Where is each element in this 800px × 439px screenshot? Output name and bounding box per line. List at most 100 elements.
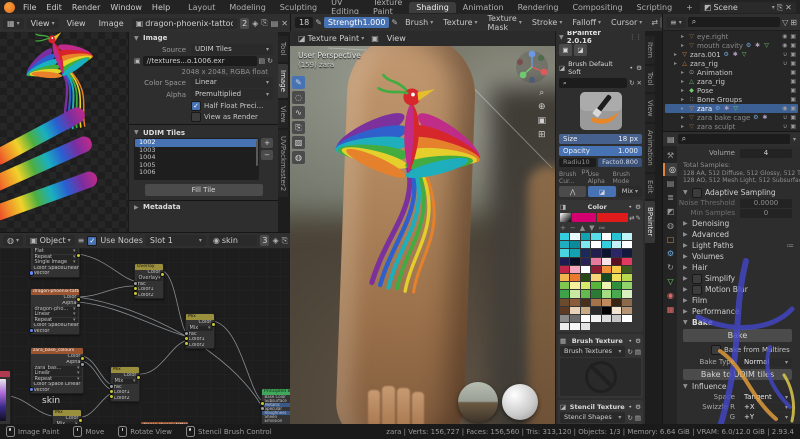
workspace-tab-layout[interactable]: Layout (181, 2, 222, 13)
palette-swatch-3-3[interactable] (622, 258, 631, 265)
palette-swatch-7-2[interactable] (581, 299, 590, 306)
palette-swatch-3-7[interactable] (591, 266, 600, 273)
colorspace-dropdown[interactable]: Linear▾ (191, 77, 273, 88)
palette-swatch-9-4[interactable] (622, 315, 631, 322)
expand-arrow-icon[interactable]: ▸ (679, 33, 686, 40)
zoom-icon[interactable]: ⌕ (537, 88, 546, 98)
section-advanced[interactable]: ▶Advanced (677, 229, 800, 240)
palette-swatch-5-3[interactable] (570, 282, 579, 289)
expand-arrow-icon[interactable]: ▸ (679, 96, 686, 103)
outliner-row-zara[interactable]: ▸▽zara⚙✱▽◉▣ (665, 104, 798, 113)
udim-tile-1006[interactable]: 1006 (135, 169, 258, 177)
paint-menu-brush[interactable]: Brush▾ (400, 18, 438, 27)
space-dropdown[interactable]: Tangent▾ (740, 393, 792, 402)
paint-menu-stroke[interactable]: Stroke▾ (527, 18, 568, 27)
outliner-row-eye-right[interactable]: ▸▽eye.right◉▣ (665, 32, 798, 41)
palette-up-icon[interactable]: ▲ (580, 224, 585, 232)
tool-fill-button[interactable]: ▨ (292, 136, 305, 149)
palette-swatch-8-2[interactable] (591, 307, 600, 314)
menu-image[interactable]: Image (94, 19, 129, 28)
brush-search-field[interactable]: ⌕ (559, 78, 627, 88)
section-volumes[interactable]: ▶Volumes (677, 251, 800, 262)
half-float-checkbox[interactable]: ✓ (191, 101, 201, 111)
palette-swatch-0-7[interactable] (560, 241, 569, 248)
adaptive-sampling-checkbox[interactable] (692, 188, 702, 198)
palette-swatch-4-7[interactable] (602, 274, 611, 281)
refresh-icon[interactable]: ↻ (629, 79, 634, 87)
pen-pressure-icon[interactable]: ✎ (315, 18, 322, 27)
palette-swatch-8-1[interactable] (581, 307, 590, 314)
sidebar-tab-item[interactable]: Item (645, 36, 655, 64)
panel-arrow[interactable]: ▶ (683, 286, 689, 293)
use-nodes-checkbox[interactable]: ✓ (87, 236, 97, 246)
outliner-row-zara-001[interactable]: ▸▽zara.001⚙✱▽∪▣ (665, 50, 798, 59)
tool-soften-button[interactable]: ◌ (292, 91, 305, 104)
view-as-render-checkbox[interactable] (191, 112, 201, 122)
paint-menu-texture-mask[interactable]: Texture Mask▾ (483, 14, 527, 32)
unlink-icon[interactable]: ✕ (281, 19, 288, 28)
panel-arrow[interactable]: ▶ (683, 297, 689, 304)
fill-tile-button[interactable]: Fill Tile (145, 184, 263, 196)
open-folder-icon[interactable]: ▤ (259, 57, 266, 65)
object-data-properties-tab[interactable]: ▽ (663, 275, 678, 288)
palette-swatch-4-2[interactable] (622, 266, 631, 273)
refresh-icon[interactable]: ↻ (627, 348, 632, 356)
bake-button[interactable]: Bake (683, 329, 792, 342)
palette-swatch-7-7[interactable] (560, 307, 569, 314)
bake-from-multires-checkbox[interactable] (711, 345, 721, 355)
palette-swatch-2-2[interactable] (602, 249, 611, 256)
expand-arrow-icon[interactable]: ▸ (672, 51, 679, 58)
viewport-canvas[interactable]: User Perspective (159) zara ✎ ◌ ∿ ⎘ ▨ ◍ … (290, 46, 555, 424)
folder-icon[interactable]: ▤ (635, 414, 641, 422)
volume-field[interactable]: 4 (740, 149, 792, 158)
palette-swatch-5-4[interactable] (581, 282, 590, 289)
modifiers-properties-tab[interactable]: ⚙ (663, 247, 678, 260)
palette-swatch-2-6[interactable] (570, 258, 579, 265)
menu-view[interactable]: View (382, 34, 411, 43)
topbar-menu-render[interactable]: Render (67, 3, 105, 12)
palette-swatch-3-4[interactable] (560, 266, 569, 273)
close-icon[interactable]: ✕ (637, 79, 642, 87)
paint-menu-cursor[interactable]: Cursor▾ (606, 18, 647, 27)
visibility-on-icon[interactable]: ◉ (782, 42, 787, 49)
udim-tile-list[interactable]: 10021003100410051006 (134, 138, 259, 180)
palette-swatch-1-1[interactable] (581, 241, 590, 248)
gradient-swatch[interactable] (560, 213, 571, 222)
scene-selector[interactable]: ◩ Scene ▾ ⎘ ✕ (700, 2, 796, 13)
palette-swatch-1-7[interactable] (570, 249, 579, 256)
material-users-button[interactable]: 3 (260, 235, 269, 246)
palette-swatch-2-4[interactable] (622, 249, 631, 256)
palette-swatch-8-3[interactable] (602, 307, 611, 314)
visibility-off-icon[interactable]: ∪ (783, 123, 787, 130)
mode-dropdown[interactable]: ◪Texture Paint▾ (294, 33, 368, 44)
outliner-row-zara-sculpt[interactable]: ▸▽zara sculpt∪▣ (665, 122, 798, 131)
palette-add-icon[interactable]: + (560, 224, 566, 232)
render-visibility-icon[interactable]: ▣ (790, 33, 796, 40)
swizzle-r-dropdown[interactable]: +X▾ (740, 403, 792, 412)
palette-swatch-5-2[interactable] (560, 282, 569, 289)
active-brush-name[interactable]: Brush Default Soft (568, 60, 626, 76)
palette-down-icon[interactable]: ▼ (589, 224, 594, 232)
palette-swatch-8-0[interactable] (570, 307, 579, 314)
blender-logo[interactable] (4, 2, 15, 13)
palette-swatch-0-5[interactable] (612, 233, 621, 240)
render-visibility-icon[interactable]: ▣ (790, 96, 796, 103)
scrollbar[interactable] (256, 140, 259, 166)
sidebar-tab-tool[interactable]: Tool (645, 66, 655, 92)
palette-swatch-8-6[interactable] (560, 315, 569, 322)
palette-swatch-9-5[interactable] (560, 323, 569, 330)
section-light-paths[interactable]: ▶Light Paths≔ (677, 240, 800, 251)
palette-swatch-7-5[interactable] (612, 299, 621, 306)
palette-swatch-2-1[interactable] (591, 249, 600, 256)
sidebar-tab-image[interactable]: Image (278, 64, 288, 98)
menu-view[interactable]: View (62, 19, 91, 28)
palette-swatch-1-4[interactable] (612, 241, 621, 248)
outliner-row-Pose[interactable]: ▸◆Pose▣ (665, 86, 798, 95)
brush-textures-dropdown[interactable]: Brush Textures▾ (560, 346, 625, 357)
outliner-row-zara_rig[interactable]: ▸△zara_rig∪▣ (665, 59, 798, 68)
refresh-icon[interactable]: ↻ (267, 57, 273, 65)
tool-smear-button[interactable]: ∿ (292, 106, 305, 119)
palette-swatch-6-4[interactable] (591, 290, 600, 297)
workspace-tab-sculpting[interactable]: Sculpting (273, 2, 324, 13)
outliner-row-Bone-Groups[interactable]: ▸∷Bone Groups▣ (665, 95, 798, 104)
